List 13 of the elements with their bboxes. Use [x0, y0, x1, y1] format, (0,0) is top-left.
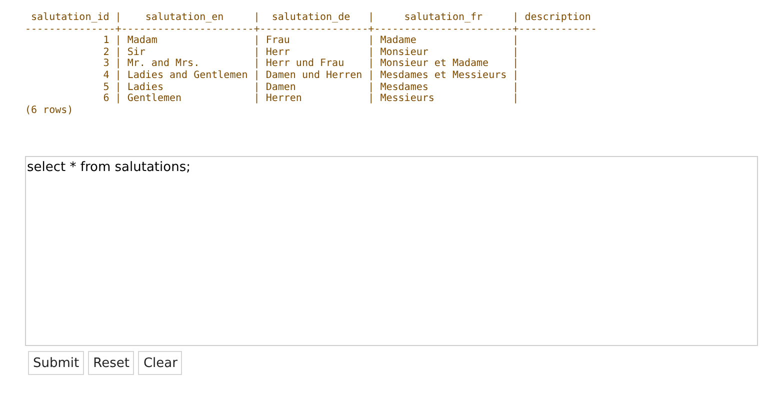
output-line: salutation_id | salutation_en | salutation_de | salutation_fr | description	[30, 12, 591, 24]
output-line: 2 | Sir | Herr | Monsieur |	[102, 46, 519, 58]
output-line: 3 | Mr. and Mrs. | Herr und Frau | Monsieur et Madame |	[102, 58, 519, 70]
output-line: 5 | Ladies | Damen | Mesdames |	[102, 82, 519, 93]
clear-button[interactable]: Clear	[138, 351, 182, 376]
output-line: (6 rows)	[25, 104, 74, 116]
output-line: 1 | Madam | Frau | Madame |	[102, 35, 519, 47]
output-line: 4 | Ladies and Gentlemen | Damen und Herren | Mesdames et Messieurs |	[102, 70, 519, 82]
output-line: ---------------+----------------------+------------------+-----------------------+-------------	[25, 24, 597, 35]
submit-button[interactable]: Submit	[28, 351, 84, 376]
output-line: 6 | Gentlemen | Herren | Messieurs |	[102, 93, 519, 105]
query-input-field[interactable]: select * from salutations;	[25, 156, 758, 346]
reset-button[interactable]: Reset	[88, 351, 134, 376]
